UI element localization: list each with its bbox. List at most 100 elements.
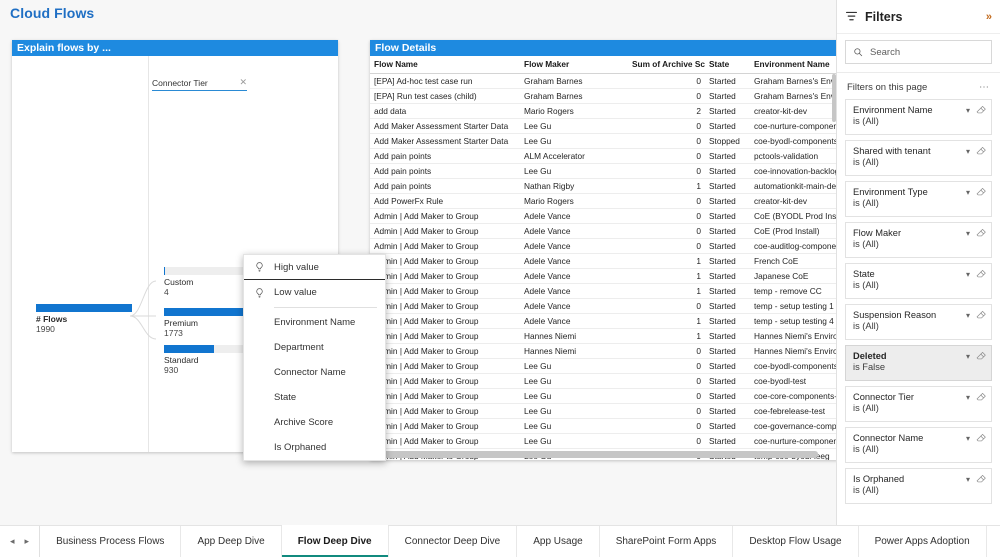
eraser-icon[interactable] — [975, 145, 986, 156]
table-row[interactable]: Admin | Add Maker to GroupLee Gu0Started… — [370, 434, 838, 449]
menu-item-low-value[interactable]: Low value — [244, 280, 385, 305]
eraser-icon[interactable] — [975, 104, 986, 115]
table-cell: coe-byodl-components-dev — [750, 134, 838, 149]
table-cell: Started — [705, 374, 750, 389]
table-row[interactable]: Add PowerFx RuleMario Rogers0Startedcrea… — [370, 194, 838, 209]
table-row[interactable]: Admin | Add Maker to GroupLee Gu0Started… — [370, 389, 838, 404]
filters-search-box[interactable]: Search — [845, 40, 992, 64]
filter-card-environment-type[interactable]: Environment Typeis (All)▾ — [845, 181, 992, 217]
tab-desktop-flow-usage[interactable]: Desktop Flow Usage — [733, 526, 858, 557]
menu-item-state[interactable]: State — [244, 385, 385, 410]
chevron-down-icon[interactable]: ▾ — [966, 147, 970, 156]
filter-card-is-orphaned[interactable]: Is Orphanedis (All)▾ — [845, 468, 992, 504]
table-row[interactable]: Admin | Add Maker to GroupLee Gu0Started… — [370, 374, 838, 389]
eraser-icon[interactable] — [975, 432, 986, 443]
column-header-flow-name[interactable]: Flow Name — [370, 56, 520, 74]
table-row[interactable]: Admin | Add Maker to GroupAdele Vance1St… — [370, 269, 838, 284]
eraser-icon[interactable] — [975, 186, 986, 197]
menu-item-department[interactable]: Department — [244, 335, 385, 360]
eraser-icon[interactable] — [975, 391, 986, 402]
menu-item-archive-score[interactable]: Archive Score — [244, 410, 385, 435]
filter-card-value: is (All) — [853, 403, 984, 413]
filter-card-deleted[interactable]: Deletedis False▾ — [845, 345, 992, 381]
table-row[interactable]: Admin | Add Maker to GroupHannes Niemi0S… — [370, 344, 838, 359]
table-row[interactable]: Admin | Add Maker to GroupHannes Niemi1S… — [370, 329, 838, 344]
ellipsis-icon[interactable]: ⋯ — [979, 82, 990, 93]
tab-label: Flow Deep Dive — [298, 536, 372, 547]
table-row[interactable]: Add pain pointsALM Accelerator0Startedpc… — [370, 149, 838, 164]
column-header-archive-score[interactable]: Sum of Archive Score — [628, 56, 705, 74]
chevron-down-icon[interactable]: ▾ — [966, 352, 970, 361]
chevron-down-icon[interactable]: ▾ — [966, 393, 970, 402]
eraser-icon[interactable] — [975, 473, 986, 484]
tab-power[interactable]: Power — [987, 526, 1000, 557]
filter-card-name: Connector Tier — [853, 392, 984, 402]
tab-power-apps-adoption[interactable]: Power Apps Adoption — [859, 526, 987, 557]
filter-card-shared-with-tenant[interactable]: Shared with tenantis (All)▾ — [845, 140, 992, 176]
table-row[interactable]: [EPA] Run test cases (child)Graham Barne… — [370, 89, 838, 104]
tab-business-process-flows[interactable]: Business Process Flows — [40, 526, 181, 557]
filter-card-connector-tier[interactable]: Connector Tieris (All)▾ — [845, 386, 992, 422]
table-cell: Started — [705, 224, 750, 239]
table-row[interactable]: Add pain pointsNathan Rigby1Startedautom… — [370, 179, 838, 194]
table-row[interactable]: Admin | Add Maker to GroupAdele Vance0St… — [370, 239, 838, 254]
chevron-down-icon[interactable]: ▾ — [966, 188, 970, 197]
caret-right-icon[interactable]: ▸ — [25, 536, 30, 547]
close-icon[interactable]: ✕ — [239, 77, 247, 88]
table-row[interactable]: Admin | Add Maker to GroupAdele Vance0St… — [370, 224, 838, 239]
chevron-down-icon[interactable]: ▾ — [966, 311, 970, 320]
filter-card-flow-maker[interactable]: Flow Makeris (All)▾ — [845, 222, 992, 258]
column-header-state[interactable]: State — [705, 56, 750, 74]
chevron-down-icon[interactable]: ▾ — [966, 229, 970, 238]
chevron-down-icon[interactable]: ▾ — [966, 106, 970, 115]
table-row[interactable]: Admin | Add Maker to GroupAdele Vance1St… — [370, 314, 838, 329]
caret-left-icon[interactable]: ◂ — [10, 536, 15, 547]
eraser-icon[interactable] — [975, 227, 986, 238]
flow-details-visual[interactable]: Flow Details Flow Name Flow Maker Sum of… — [370, 40, 838, 460]
table-row[interactable]: [EPA] Ad-hoc test case runGraham Barnes0… — [370, 74, 838, 89]
menu-item-is-orphaned[interactable]: Is Orphaned — [244, 435, 385, 460]
tab-sharepoint-form-apps[interactable]: SharePoint Form Apps — [600, 526, 734, 557]
table-cell: ALM Accelerator — [520, 149, 628, 164]
menu-item-environment-name[interactable]: Environment Name — [244, 310, 385, 335]
column-header-environment-name[interactable]: Environment Name — [750, 56, 838, 74]
tab-app-usage[interactable]: App Usage — [517, 526, 599, 557]
table-cell: Adele Vance — [520, 239, 628, 254]
table-row[interactable]: Add Maker Assessment Starter DataLee Gu0… — [370, 134, 838, 149]
eraser-icon[interactable] — [975, 268, 986, 279]
chevron-double-right-icon[interactable]: » — [986, 11, 992, 23]
horizontal-scrollbar[interactable] — [378, 451, 818, 458]
table-row[interactable]: add dataMario Rogers2Startedcreator-kit-… — [370, 104, 838, 119]
menu-item-high-value[interactable]: High value — [244, 255, 385, 280]
tree-node-root[interactable]: # Flows 1990 — [36, 304, 132, 334]
analysis-field-chip[interactable]: Connector Tier ✕ — [152, 78, 247, 91]
chevron-down-icon[interactable]: ▾ — [966, 475, 970, 484]
filter-card-suspension-reason[interactable]: Suspension Reasonis (All)▾ — [845, 304, 992, 340]
eraser-icon[interactable] — [975, 350, 986, 361]
menu-item-connector-name[interactable]: Connector Name — [244, 360, 385, 385]
filter-card-connector-name[interactable]: Connector Nameis (All)▾ — [845, 427, 992, 463]
table-row[interactable]: Admin | Add Maker to GroupLee Gu0Started… — [370, 404, 838, 419]
table-cell: Started — [705, 239, 750, 254]
table-row[interactable]: Admin | Add Maker to GroupAdele Vance1St… — [370, 254, 838, 269]
tab-flow-deep-dive[interactable]: Flow Deep Dive — [282, 526, 389, 557]
table-row[interactable]: Add Maker Assessment Starter DataLee Gu0… — [370, 119, 838, 134]
column-header-flow-maker[interactable]: Flow Maker — [520, 56, 628, 74]
table-row[interactable]: Admin | Add Maker to GroupLee Gu0Started… — [370, 359, 838, 374]
decomposition-level-menu[interactable]: High value Low value Environment Name De… — [243, 254, 386, 461]
chevron-down-icon[interactable]: ▾ — [966, 434, 970, 443]
table-row[interactable]: Admin | Add Maker to GroupAdele Vance0St… — [370, 209, 838, 224]
chevron-down-icon[interactable]: ▾ — [966, 270, 970, 279]
table-row[interactable]: Admin | Add Maker to GroupLee Gu0Started… — [370, 419, 838, 434]
table-row[interactable]: Admin | Add Maker to GroupAdele Vance1St… — [370, 284, 838, 299]
table-cell: Add Maker Assessment Starter Data — [370, 134, 520, 149]
flow-details-table-wrap[interactable]: Flow Name Flow Maker Sum of Archive Scor… — [370, 56, 838, 460]
filter-card-environment-name[interactable]: Environment Nameis (All)▾ — [845, 99, 992, 135]
eraser-icon[interactable] — [975, 309, 986, 320]
tab-connector-deep-dive[interactable]: Connector Deep Dive — [389, 526, 518, 557]
tab-app-deep-dive[interactable]: App Deep Dive — [181, 526, 281, 557]
table-row[interactable]: Add pain pointsLee Gu0Startedcoe-innovat… — [370, 164, 838, 179]
filter-card-value: is (All) — [853, 198, 984, 208]
filter-card-state[interactable]: Stateis (All)▾ — [845, 263, 992, 299]
table-row[interactable]: Admin | Add Maker to GroupAdele Vance0St… — [370, 299, 838, 314]
